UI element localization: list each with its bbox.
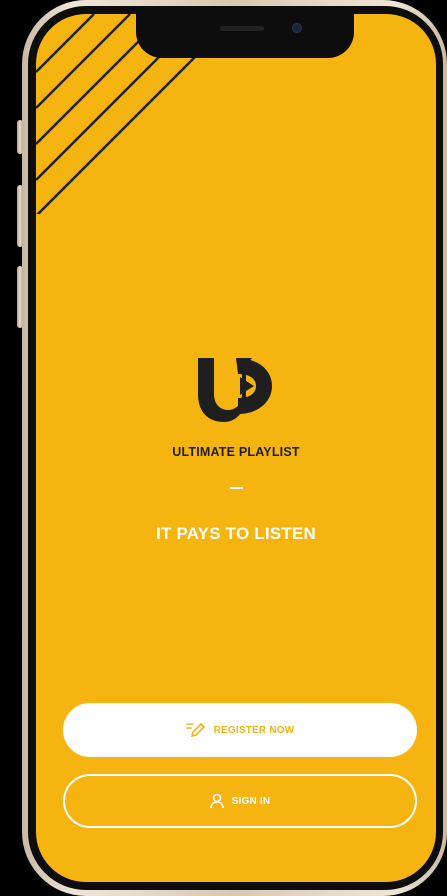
register-now-label: REGISTER NOW [213, 724, 295, 736]
notch [136, 14, 354, 58]
up-logo-icon [198, 358, 272, 422]
device-mockup: ULTIMATE PLAYLIST IT PAYS TO LISTEN REGI… [0, 0, 447, 896]
sign-in-label: SIGN IN [231, 795, 271, 807]
volume-up-button [17, 185, 23, 247]
speaker-grille [220, 26, 264, 31]
tagline: IT PAYS TO LISTEN [156, 524, 316, 543]
sign-in-button[interactable]: SIGN IN [63, 774, 417, 828]
divider [230, 487, 243, 489]
mute-switch [17, 120, 23, 154]
front-camera [292, 23, 302, 33]
app-screen: ULTIMATE PLAYLIST IT PAYS TO LISTEN REGI… [36, 14, 436, 882]
pencil-edit-icon [185, 722, 206, 738]
register-now-button[interactable]: REGISTER NOW [63, 703, 417, 757]
user-icon [209, 793, 224, 809]
volume-down-button [17, 266, 23, 328]
brand-name: ULTIMATE PLAYLIST [172, 445, 300, 459]
